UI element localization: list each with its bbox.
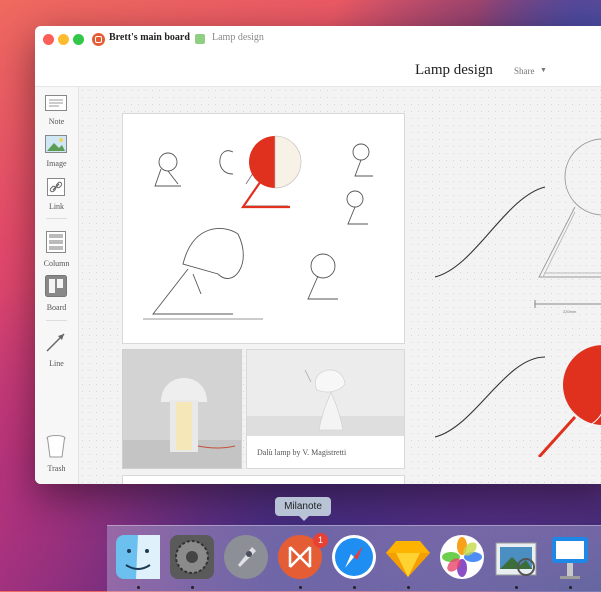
zoom-window-button[interactable] xyxy=(73,34,84,45)
board-icon xyxy=(45,275,67,297)
running-indicator xyxy=(191,586,194,589)
marble-lamp-photo-card[interactable] xyxy=(122,349,242,469)
tool-board-label: Board xyxy=(46,303,67,312)
tool-link[interactable]: Link xyxy=(35,178,78,211)
tool-note-label: Note xyxy=(48,117,65,126)
lamp-sketches-image xyxy=(143,135,373,320)
board-canvas[interactable]: Dalù lamp by V. Magistretti 220mm xyxy=(79,87,601,484)
tool-line-label: Line xyxy=(49,359,64,368)
running-indicator xyxy=(299,586,302,589)
tool-trash[interactable]: Trash xyxy=(35,435,78,475)
chevron-down-icon[interactable]: ▼ xyxy=(540,67,547,74)
dalu-lamp-photo-card[interactable]: Dalù lamp by V. Magistretti xyxy=(246,349,405,469)
page-title: Lamp design xyxy=(415,62,493,78)
sketch-icon[interactable] xyxy=(384,533,432,581)
tool-column[interactable]: Column xyxy=(35,231,78,268)
partial-card[interactable] xyxy=(122,475,405,484)
keynote-icon[interactable] xyxy=(546,533,594,581)
tool-board[interactable]: Board xyxy=(35,275,78,312)
tool-column-label: Column xyxy=(43,259,70,268)
notification-badge: 1 xyxy=(313,533,328,548)
lamp-technical-drawing: 220mm xyxy=(435,138,601,457)
milanote-window: Brett's main board › Lamp design Lamp de… xyxy=(35,26,601,484)
breadcrumb-board[interactable]: Brett's main board xyxy=(109,32,190,43)
tool-line[interactable]: Line xyxy=(35,331,78,368)
sidebar-divider xyxy=(46,218,67,219)
svg-text:220mm: 220mm xyxy=(563,309,577,314)
tool-trash-label: Trash xyxy=(47,464,66,473)
dalu-lamp-image xyxy=(247,350,404,436)
board-logo-icon xyxy=(92,33,105,46)
share-button[interactable]: Share xyxy=(514,66,535,76)
line-icon xyxy=(46,333,65,352)
system-preferences-icon[interactable] xyxy=(168,533,216,581)
sidebar-divider xyxy=(46,320,67,321)
launchpad-icon[interactable] xyxy=(222,533,270,581)
dock-tooltip: Milanote xyxy=(275,497,331,521)
column-icon xyxy=(46,231,66,253)
page-color-icon xyxy=(195,34,205,44)
tool-note[interactable]: Note xyxy=(35,95,78,126)
board-header: Lamp design Share ▼ xyxy=(35,53,601,87)
trash-icon xyxy=(46,435,66,458)
note-icon xyxy=(45,95,67,111)
running-indicator xyxy=(353,586,356,589)
photos-icon[interactable] xyxy=(438,533,486,581)
minimize-window-button[interactable] xyxy=(58,34,69,45)
title-bar: Brett's main board › Lamp design xyxy=(35,26,601,54)
tool-image[interactable]: Image xyxy=(35,135,78,168)
tool-sidebar: Note Image Link Column Board Line Trash xyxy=(35,87,79,484)
tool-image-label: Image xyxy=(46,159,67,168)
marble-lamp-image xyxy=(123,350,241,468)
safari-icon[interactable] xyxy=(330,533,378,581)
running-indicator xyxy=(515,586,518,589)
close-window-button[interactable] xyxy=(43,34,54,45)
preview-icon[interactable] xyxy=(492,533,540,581)
running-indicator xyxy=(407,586,410,589)
tool-link-label: Link xyxy=(48,202,65,211)
breadcrumb-page[interactable]: Lamp design xyxy=(212,32,264,43)
photo-caption: Dalù lamp by V. Magistretti xyxy=(257,448,347,457)
running-indicator xyxy=(569,586,572,589)
running-indicator xyxy=(137,586,140,589)
sketch-image-card[interactable] xyxy=(122,113,405,344)
chevron-right-icon: › xyxy=(185,32,189,43)
link-icon xyxy=(47,178,65,196)
finder-icon[interactable] xyxy=(114,533,162,581)
image-icon xyxy=(45,135,67,153)
